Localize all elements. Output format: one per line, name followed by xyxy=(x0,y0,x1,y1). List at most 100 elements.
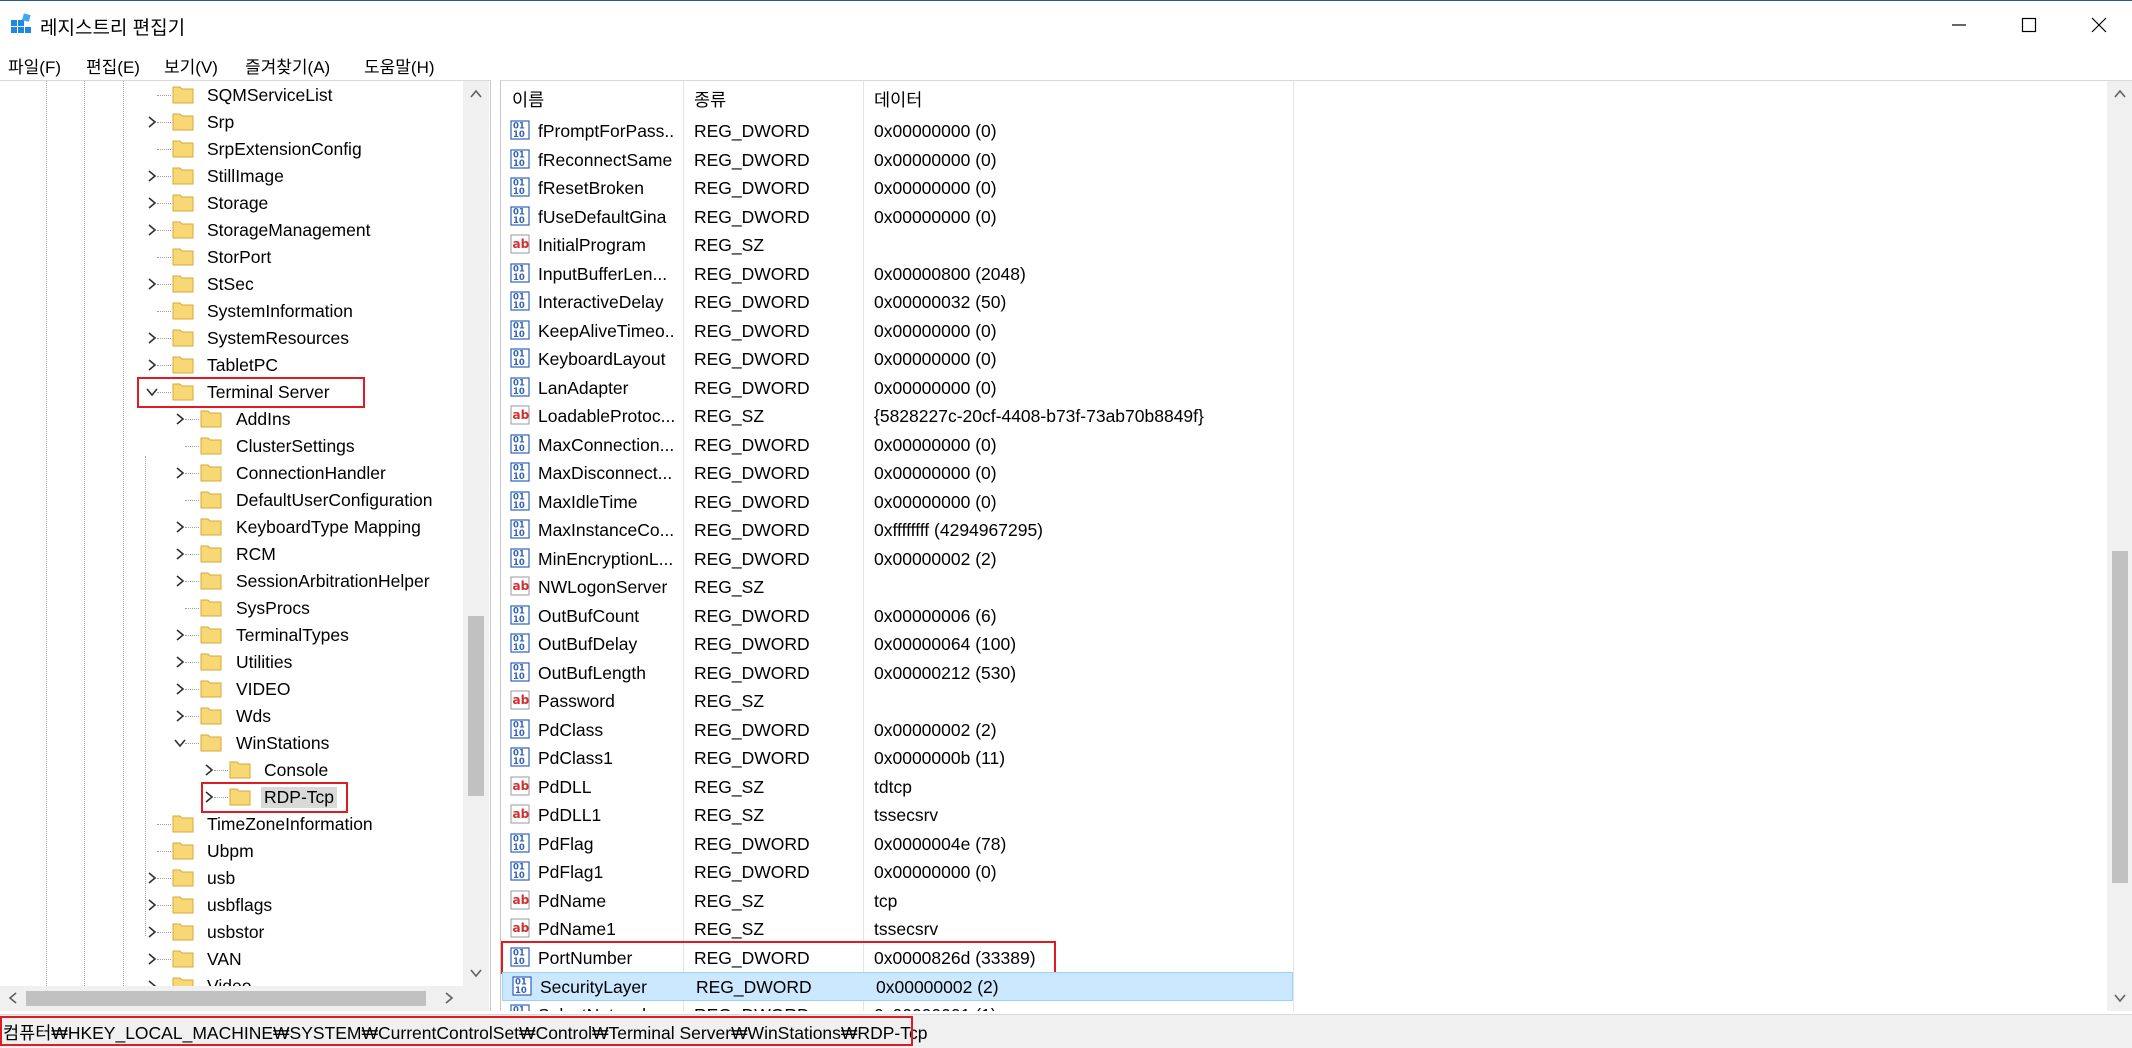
value-row[interactable]: 01 10 MaxIdleTime REG_DWORD 0x00000000 (0) xyxy=(501,488,1781,517)
tree-item[interactable]: usbflags xyxy=(0,892,463,919)
tree-item[interactable]: WinStations xyxy=(0,730,463,757)
value-data: 0x00000212 (530) xyxy=(874,662,1017,683)
tree-item-label: Wds xyxy=(236,706,271,726)
maximize-icon xyxy=(2021,17,2037,33)
value-row[interactable]: 01 10 OutBufDelay REG_DWORD 0x00000064 (100) xyxy=(501,630,1781,659)
value-row[interactable]: 01 10 fReconnectSame REG_DWORD 0x00000000 (0… xyxy=(501,146,1781,175)
tree-item[interactable]: StillImage xyxy=(0,163,463,190)
value-row[interactable]: 01 10 MaxInstanceCo... REG_DWORD 0xffffffff … xyxy=(501,516,1781,545)
column-header-name[interactable]: 이름 xyxy=(501,81,683,115)
close-button[interactable] xyxy=(2068,1,2130,49)
tree-item[interactable]: SrpExtensionConfig xyxy=(0,136,463,163)
scroll-down-icon[interactable] xyxy=(469,966,483,980)
value-row[interactable]: 01 10 MaxDisconnect... REG_DWORD 0x00000000 … xyxy=(501,459,1781,488)
tree-item-label: Console xyxy=(264,760,329,780)
tree-item[interactable]: ConnectionHandler xyxy=(0,460,463,487)
tree-item[interactable]: DefaultUserConfiguration xyxy=(0,487,463,514)
column-header-data[interactable]: 데이터 xyxy=(863,81,1293,115)
value-row[interactable]: 01 10 fResetBroken REG_DWORD 0x00000000 (0) xyxy=(501,174,1781,203)
tree-hscroll-thumb[interactable] xyxy=(26,991,426,1006)
tree-item[interactable]: Utilities xyxy=(0,649,463,676)
tree-item[interactable]: Ubpm xyxy=(0,838,463,865)
value-row[interactable]: 01 10 MinEncryptionL... REG_DWORD 0x00000002… xyxy=(501,545,1781,574)
value-row[interactable]: 0110 SelectNetwork... REG_DWORD 0x00000001 … xyxy=(501,1001,1781,1012)
value-row[interactable]: 01 10 fPromptForPass... REG_DWORD 0x00000000… xyxy=(501,117,1781,146)
value-row[interactable]: 01 10 PdFlag REG_DWORD 0x0000004e (78) xyxy=(501,830,1781,859)
value-row[interactable]: 01 10 SecurityLayer REG_DWORD 0x00000002 (2) xyxy=(502,972,1293,1001)
tree-item[interactable]: usb xyxy=(0,865,463,892)
tree-item[interactable]: SysProcs xyxy=(0,595,463,622)
minimize-button[interactable] xyxy=(1928,1,1990,49)
value-row[interactable]: 01 10 InteractiveDelay REG_DWORD 0x00000032 … xyxy=(501,288,1781,317)
tree-item[interactable]: SystemInformation xyxy=(0,298,463,325)
tree-item[interactable]: TimeZoneInformation xyxy=(0,811,463,838)
menu-help[interactable]: 도움말(H) xyxy=(364,53,435,78)
svg-text:10: 10 xyxy=(513,301,525,311)
value-row[interactable]: ab LoadableProtoc... REG_SZ {5828227c-20cf-… xyxy=(501,402,1781,431)
tree-item[interactable]: Srp xyxy=(0,109,463,136)
value-row[interactable]: ab PdDLL1 REG_SZ tssecsrv xyxy=(501,801,1781,830)
tree-connector xyxy=(157,149,171,150)
values-vertical-scrollbar[interactable] xyxy=(2107,81,2132,1011)
value-row[interactable]: 01 10 OutBufLength REG_DWORD 0x00000212 (530… xyxy=(501,659,1781,688)
menu-favorites[interactable]: 즐겨찾기(A) xyxy=(245,53,330,78)
value-row[interactable]: ab PdName1 REG_SZ tssecsrv xyxy=(501,915,1781,944)
reg-dword-icon: 0110 xyxy=(510,462,530,482)
value-row[interactable]: ab PdDLL REG_SZ tdtcp xyxy=(501,773,1781,802)
value-row[interactable]: 01 10 OutBufCount REG_DWORD 0x00000006 (6) xyxy=(501,602,1781,631)
value-type: REG_DWORD xyxy=(694,748,810,768)
tree-item[interactable]: SystemResources xyxy=(0,325,463,352)
tree-item[interactable]: KeyboardType Mapping xyxy=(0,514,463,541)
tree-item[interactable]: TerminalTypes xyxy=(0,622,463,649)
tree-item[interactable]: Console xyxy=(0,757,463,784)
value-name: Password xyxy=(538,691,615,711)
tree-item[interactable]: VAN xyxy=(0,946,463,973)
value-row[interactable]: 01 10 fUseDefaultGina REG_DWORD 0x00000000 (… xyxy=(501,203,1781,232)
value-type: REG_DWORD xyxy=(694,719,810,740)
tree-horizontal-scrollbar[interactable] xyxy=(0,986,463,1011)
value-row[interactable]: 01 10 KeyboardLayout REG_DWORD 0x00000000 (0… xyxy=(501,345,1781,374)
value-row[interactable]: ab NWLogonServer REG_SZ xyxy=(501,573,1781,602)
values-scroll-thumb[interactable] xyxy=(2112,551,2128,883)
tree-item[interactable]: StorPort xyxy=(0,244,463,271)
tree-connector xyxy=(185,500,199,501)
value-type: REG_DWORD xyxy=(694,1005,810,1012)
tree-vertical-scrollbar[interactable] xyxy=(463,81,489,986)
tree-item[interactable]: TabletPC xyxy=(0,352,463,379)
tree-item[interactable]: AddIns xyxy=(0,406,463,433)
value-row[interactable]: ab PdName REG_SZ tcp xyxy=(501,887,1781,916)
menu-view[interactable]: 보기(V) xyxy=(164,53,218,78)
value-row[interactable]: ab Password REG_SZ xyxy=(501,687,1781,716)
menu-edit[interactable]: 편집(E) xyxy=(86,53,140,78)
tree-item[interactable]: ClusterSettings xyxy=(0,433,463,460)
tree-item[interactable]: usbstor xyxy=(0,919,463,946)
column-header-type[interactable]: 종류 xyxy=(683,81,863,115)
maximize-button[interactable] xyxy=(1998,1,2060,49)
tree-item[interactable]: VIDEO xyxy=(0,676,463,703)
tree-item[interactable]: StorageManagement xyxy=(0,217,463,244)
tree-item[interactable]: RCM xyxy=(0,541,463,568)
value-row[interactable]: 01 10 MaxConnection... REG_DWORD 0x00000000 … xyxy=(501,431,1781,460)
tree-connector xyxy=(157,230,171,231)
scroll-up-icon[interactable] xyxy=(2113,87,2127,101)
tree-item[interactable]: StSec xyxy=(0,271,463,298)
tree-item[interactable]: Storage xyxy=(0,190,463,217)
scroll-down-icon[interactable] xyxy=(2113,991,2127,1005)
scroll-right-icon[interactable] xyxy=(442,991,456,1005)
value-row[interactable]: 01 10 PdClass1 REG_DWORD 0x0000000b (11) xyxy=(501,744,1781,773)
tree-item[interactable]: SessionArbitrationHelper xyxy=(0,568,463,595)
tree-scroll-thumb[interactable] xyxy=(468,616,484,796)
value-row[interactable]: 01 10 KeepAliveTimeo... REG_DWORD 0x00000000… xyxy=(501,317,1781,346)
value-row[interactable]: 01 10 InputBufferLen... REG_DWORD 0x00000800… xyxy=(501,260,1781,289)
menu-file[interactable]: 파일(F) xyxy=(8,53,61,78)
scroll-left-icon[interactable] xyxy=(6,991,20,1005)
value-row[interactable]: 01 10 PdClass REG_DWORD 0x00000002 (2) xyxy=(501,716,1781,745)
value-row[interactable]: 01 10 LanAdapter REG_DWORD 0x00000000 (0) xyxy=(501,374,1781,403)
folder-icon xyxy=(172,86,194,104)
value-row[interactable]: ab InitialProgram REG_SZ xyxy=(501,231,1781,260)
tree-item[interactable]: SQMServiceList xyxy=(0,82,463,109)
value-data: 0x0000000b (11) xyxy=(874,748,1006,768)
value-row[interactable]: 01 10 PdFlag1 REG_DWORD 0x00000000 (0) xyxy=(501,858,1781,887)
scroll-up-icon[interactable] xyxy=(469,87,483,101)
tree-item[interactable]: Wds xyxy=(0,703,463,730)
